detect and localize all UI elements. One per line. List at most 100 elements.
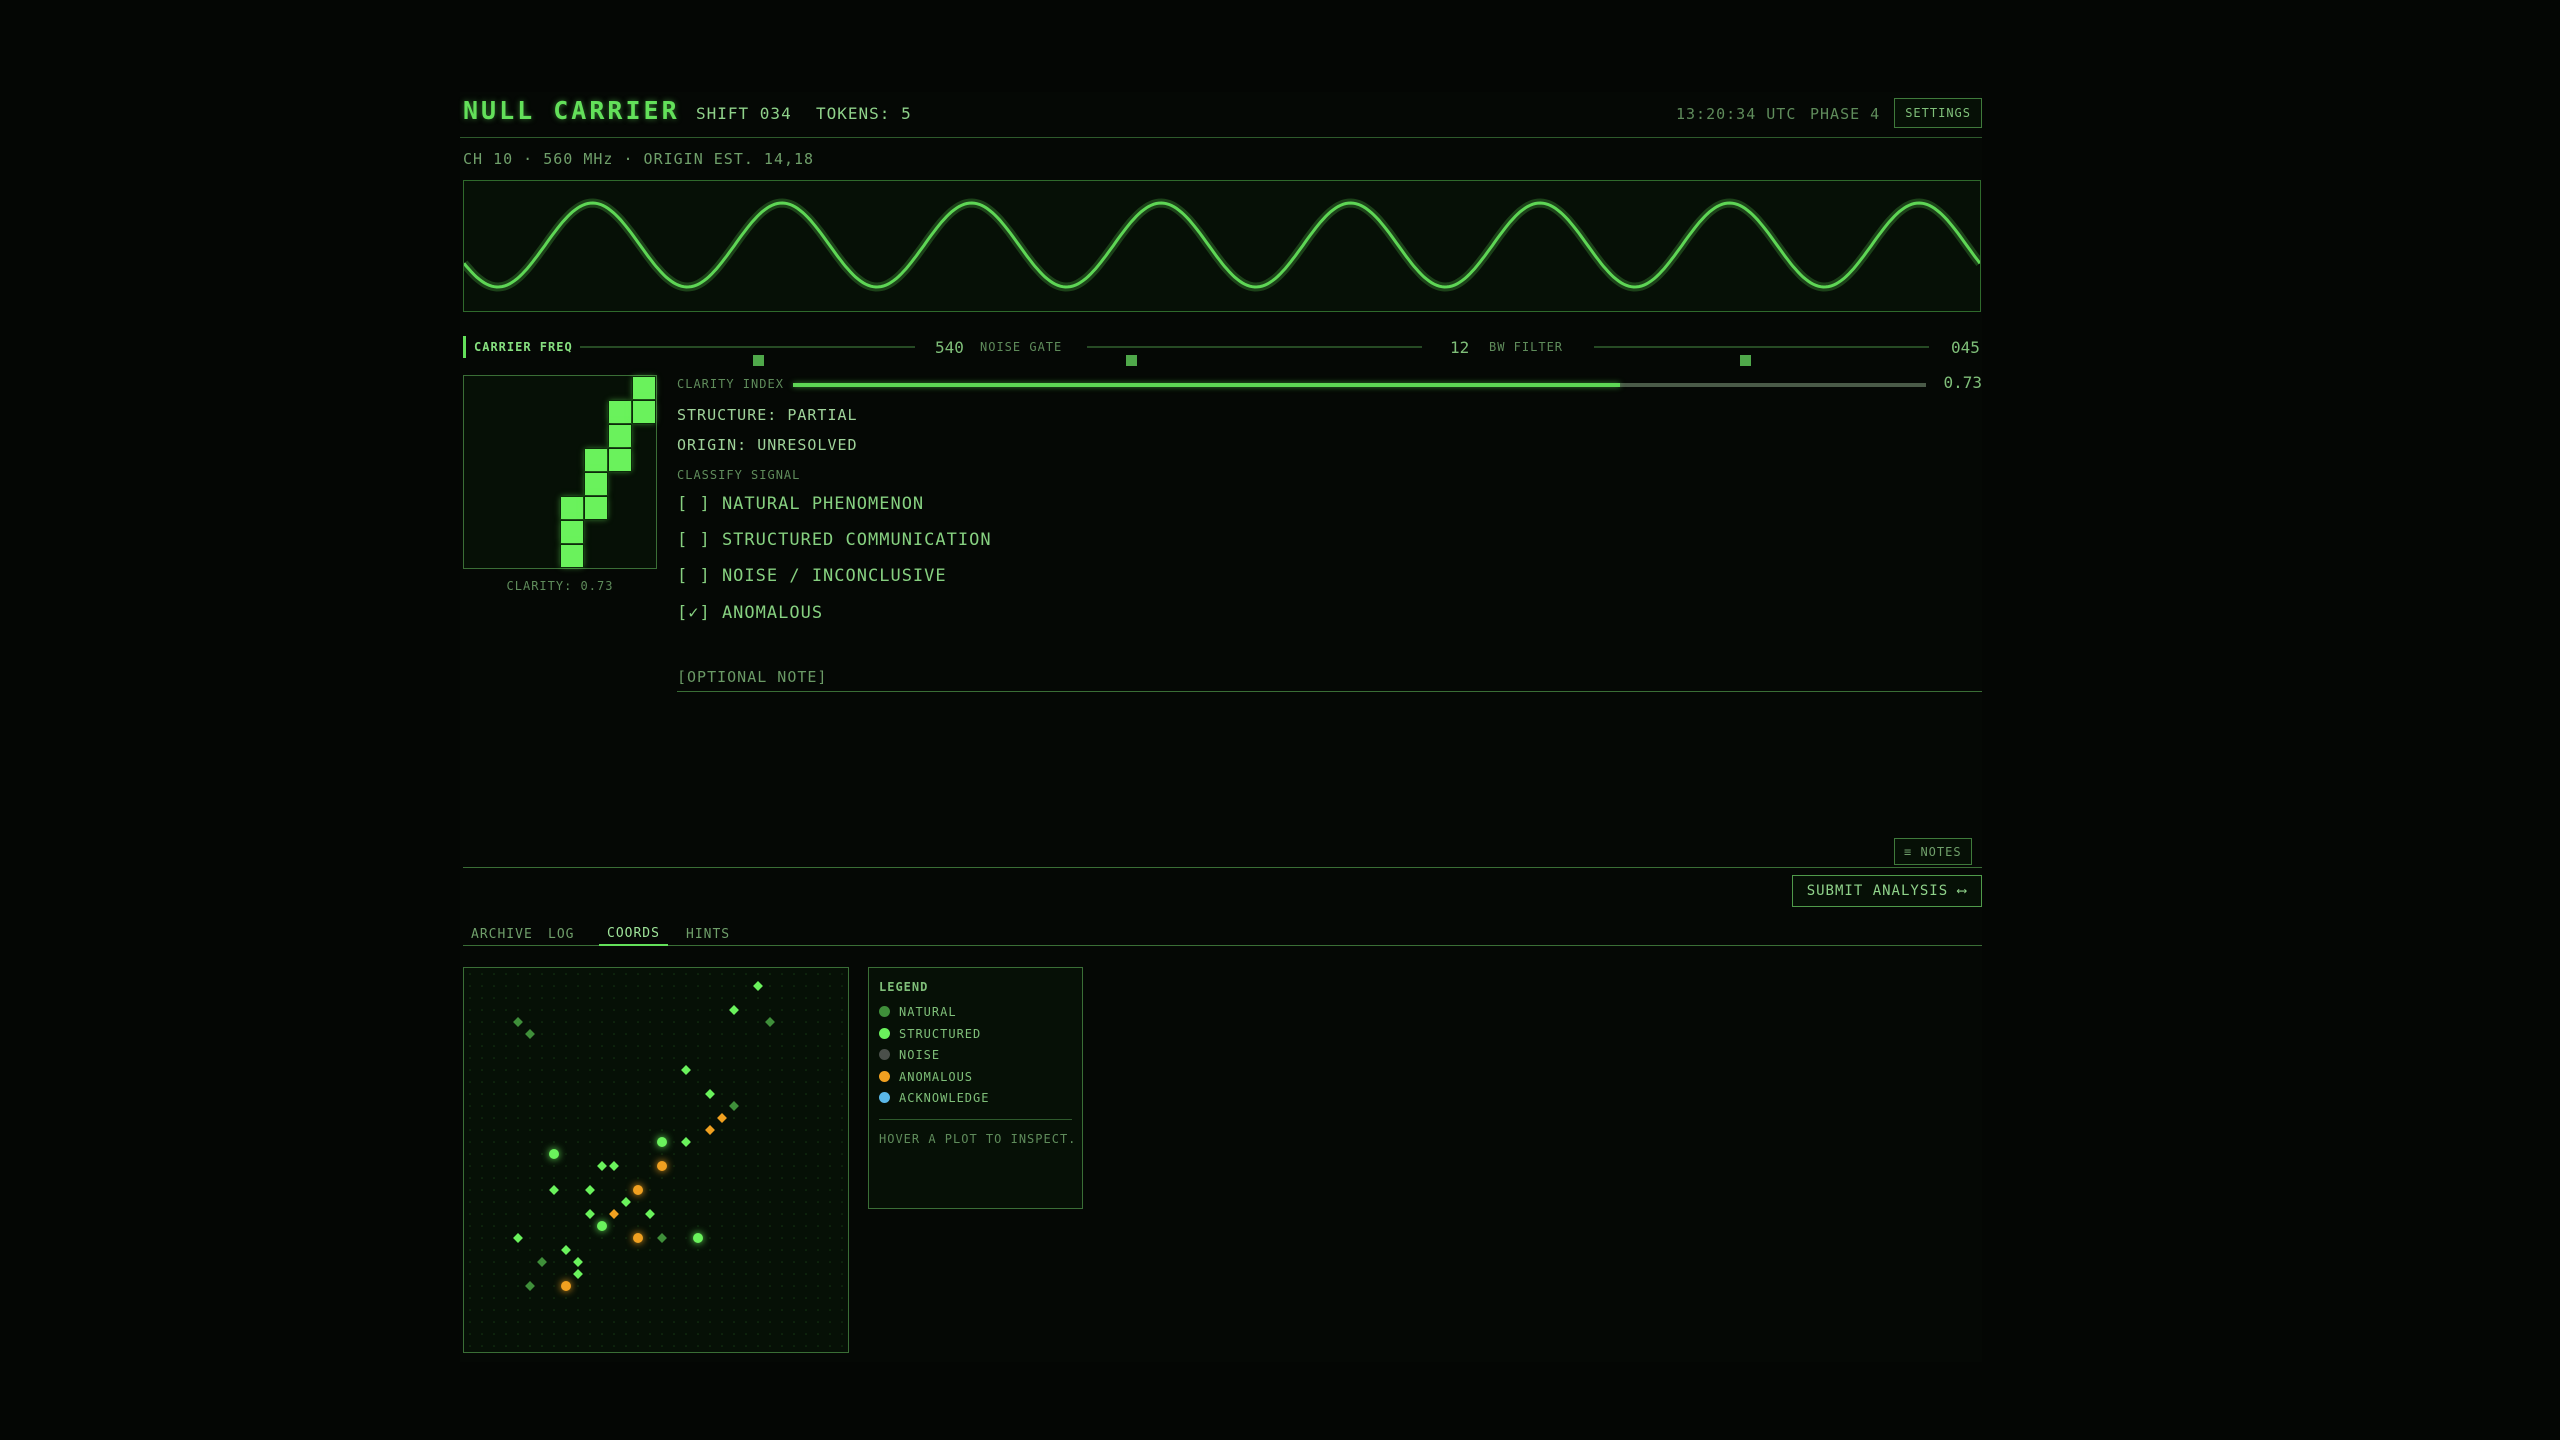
glyph-cell xyxy=(632,376,656,400)
plot-point-natural[interactable] xyxy=(537,1257,547,1267)
plot-point-structured[interactable] xyxy=(597,1161,607,1171)
noise-gate-slider[interactable] xyxy=(1087,346,1422,366)
plot-point-natural[interactable] xyxy=(765,1017,775,1027)
bw-filter-control: BW FILTER 045 xyxy=(1489,332,1981,366)
slider-thumb[interactable] xyxy=(752,355,764,366)
classify-label: CLASSIFY SIGNAL xyxy=(677,468,801,482)
structured-dot-icon xyxy=(879,1028,890,1039)
slider-label: NOISE GATE xyxy=(980,340,1063,354)
tab-coords[interactable]: COORDS xyxy=(599,922,668,946)
tokens-counter: TOKENS: 5 xyxy=(816,104,912,123)
clarity-index-value: 0.73 xyxy=(1943,373,1982,392)
note-input[interactable] xyxy=(677,662,1982,692)
anomalous-dot-icon xyxy=(879,1071,890,1082)
slider-label: CARRIER FREQ xyxy=(463,336,573,358)
plot-point-structured[interactable] xyxy=(657,1137,667,1147)
plot-point-structured[interactable] xyxy=(585,1185,595,1195)
plot-point-structured[interactable] xyxy=(573,1269,583,1279)
plot-point-structured[interactable] xyxy=(585,1209,595,1219)
plot-point-anomalous[interactable] xyxy=(717,1113,727,1123)
plot-point-structured[interactable] xyxy=(645,1209,655,1219)
plot-point-structured[interactable] xyxy=(561,1245,571,1255)
plot-point-anomalous[interactable] xyxy=(633,1233,643,1243)
slider-row: CARRIER FREQ 540 NOISE GATE 12 BW FILTER… xyxy=(463,332,1981,366)
plot-point-structured[interactable] xyxy=(681,1065,691,1075)
tab-archive[interactable]: ARCHIVE xyxy=(463,922,541,946)
plot-point-structured[interactable] xyxy=(621,1197,631,1207)
plot-point-structured[interactable] xyxy=(549,1185,559,1195)
plot-point-natural[interactable] xyxy=(513,1017,523,1027)
waveform-display xyxy=(460,180,1984,312)
plot-point-structured[interactable] xyxy=(573,1257,583,1267)
divider xyxy=(463,867,1982,868)
coords-plot[interactable] xyxy=(463,967,849,1353)
slider-value: 045 xyxy=(1951,338,1980,357)
plot-point-structured[interactable] xyxy=(549,1149,559,1159)
bw-filter-slider[interactable] xyxy=(1594,346,1929,366)
legend-label: NOISE xyxy=(899,1048,941,1062)
app-frame: NULL CARRIER SHIFT 034 TOKENS: 5 13:20:3… xyxy=(460,92,1984,1362)
legend-title: LEGEND xyxy=(879,980,929,994)
plot-point-anomalous[interactable] xyxy=(633,1185,643,1195)
legend-item-anomalous: ANOMALOUS xyxy=(879,1070,973,1084)
plot-point-structured[interactable] xyxy=(705,1089,715,1099)
legend-label: ANOMALOUS xyxy=(899,1070,974,1084)
legend-hint: HOVER A PLOT TO INSPECT. xyxy=(879,1132,1077,1146)
plot-point-structured[interactable] xyxy=(513,1233,523,1243)
waveform-svg xyxy=(460,198,1984,292)
waveform-line xyxy=(462,201,1982,289)
legend-item-acknowledge: ACKNOWLEDGE xyxy=(879,1091,989,1105)
tab-bar: ARCHIVE LOG COORDS HINTS xyxy=(463,918,1982,946)
plot-point-natural[interactable] xyxy=(729,1101,739,1111)
legend-item-natural: NATURAL xyxy=(879,1005,957,1019)
glyph-cell xyxy=(584,496,608,520)
glyph-caption: CLARITY: 0.73 xyxy=(506,579,614,593)
submit-analysis-button[interactable]: SUBMIT ANALYSIS ⟷ xyxy=(1791,875,1982,907)
carrier-freq-control: CARRIER FREQ 540 xyxy=(463,332,964,366)
legend-divider xyxy=(879,1119,1072,1120)
option-natural[interactable]: [ ] NATURAL PHENOMENON xyxy=(677,494,924,514)
plot-point-natural[interactable] xyxy=(525,1281,535,1291)
glyph-cell xyxy=(632,400,656,424)
clarity-index-fill xyxy=(793,383,1621,387)
plot-point-natural[interactable] xyxy=(657,1233,667,1243)
tab-hints[interactable]: HINTS xyxy=(678,922,738,946)
noise-gate-control: NOISE GATE 12 xyxy=(980,332,1480,366)
origin-status: ORIGIN: UNRESOLVED xyxy=(677,436,858,454)
plot-point-anomalous[interactable] xyxy=(609,1209,619,1219)
notes-button[interactable]: ≡ NOTES xyxy=(1894,838,1972,865)
noise-dot-icon xyxy=(879,1049,890,1060)
slider-thumb[interactable] xyxy=(1739,355,1751,366)
glyph-cell xyxy=(584,448,608,472)
app-title: NULL CARRIER xyxy=(463,96,680,125)
plot-grid xyxy=(469,973,843,1347)
slider-label: BW FILTER xyxy=(1489,340,1564,354)
legend-label: NATURAL xyxy=(899,1005,957,1019)
plot-point-structured[interactable] xyxy=(681,1137,691,1147)
plot-point-structured[interactable] xyxy=(753,981,763,991)
legend-item-structured: STRUCTURED xyxy=(879,1027,981,1041)
tab-log[interactable]: LOG xyxy=(540,922,582,946)
option-anomalous[interactable]: [✓] ANOMALOUS xyxy=(677,603,823,623)
carrier-freq-slider[interactable] xyxy=(580,346,915,366)
plot-point-structured[interactable] xyxy=(693,1233,703,1243)
clarity-index-bar xyxy=(793,383,1926,387)
phase-indicator: PHASE 4 xyxy=(1810,105,1881,123)
glyph-cell xyxy=(608,400,632,424)
slider-thumb[interactable] xyxy=(1125,355,1137,366)
glyph-cell xyxy=(584,472,608,496)
legend-item-noise: NOISE xyxy=(879,1048,940,1062)
settings-button[interactable]: SETTINGS xyxy=(1894,98,1982,128)
plot-point-natural[interactable] xyxy=(525,1029,535,1039)
header-bar: NULL CARRIER SHIFT 034 TOKENS: 5 13:20:3… xyxy=(460,92,1982,138)
plot-point-anomalous[interactable] xyxy=(561,1281,571,1291)
plot-point-structured[interactable] xyxy=(729,1005,739,1015)
structure-status: STRUCTURE: PARTIAL xyxy=(677,406,858,424)
plot-point-anomalous[interactable] xyxy=(657,1161,667,1171)
plot-point-structured[interactable] xyxy=(597,1221,607,1231)
clarity-index-label: CLARITY INDEX xyxy=(677,377,784,391)
plot-point-structured[interactable] xyxy=(609,1161,619,1171)
option-noise[interactable]: [ ] NOISE / INCONCLUSIVE xyxy=(677,566,947,586)
plot-point-anomalous[interactable] xyxy=(705,1125,715,1135)
option-structured[interactable]: [ ] STRUCTURED COMMUNICATION xyxy=(677,530,992,550)
